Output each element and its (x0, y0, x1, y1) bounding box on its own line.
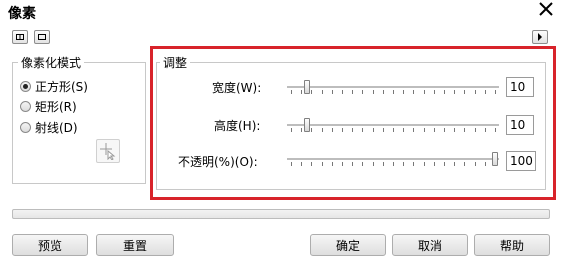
title-bar (0, 0, 562, 24)
progress-bar (12, 209, 550, 219)
help-button[interactable]: 帮助 (474, 234, 550, 256)
radio-radial[interactable]: 射线(D) (20, 119, 78, 136)
pick-center-button[interactable] (96, 139, 120, 163)
window-title: 像素 (8, 6, 36, 22)
single-preview-button[interactable] (34, 30, 50, 44)
radio-indicator (20, 101, 31, 112)
preview-split-icon (16, 34, 24, 40)
radio-rectangle[interactable]: 矩形(R) (20, 98, 77, 115)
split-preview-button[interactable] (12, 30, 28, 44)
highlight-frame (150, 46, 556, 200)
reset-button[interactable]: 重置 (96, 234, 174, 256)
ok-button[interactable]: 确定 (310, 234, 386, 256)
close-icon (539, 2, 553, 16)
radio-radial-label: 射线(D) (35, 121, 78, 135)
preview-button[interactable]: 预览 (12, 234, 88, 256)
radio-square[interactable]: 正方形(S) (20, 78, 88, 95)
preview-single-icon (38, 34, 46, 40)
arrow-right-icon (538, 33, 542, 41)
radio-rectangle-label: 矩形(R) (35, 100, 77, 114)
cancel-button[interactable]: 取消 (392, 234, 468, 256)
expand-button[interactable] (532, 30, 548, 44)
radio-indicator (20, 81, 31, 92)
close-button[interactable] (536, 1, 556, 21)
radio-square-label: 正方形(S) (35, 80, 88, 94)
pick-center-icon (100, 143, 116, 160)
radio-indicator (20, 122, 31, 133)
pixelate-mode-title: 像素化模式 (18, 54, 85, 71)
